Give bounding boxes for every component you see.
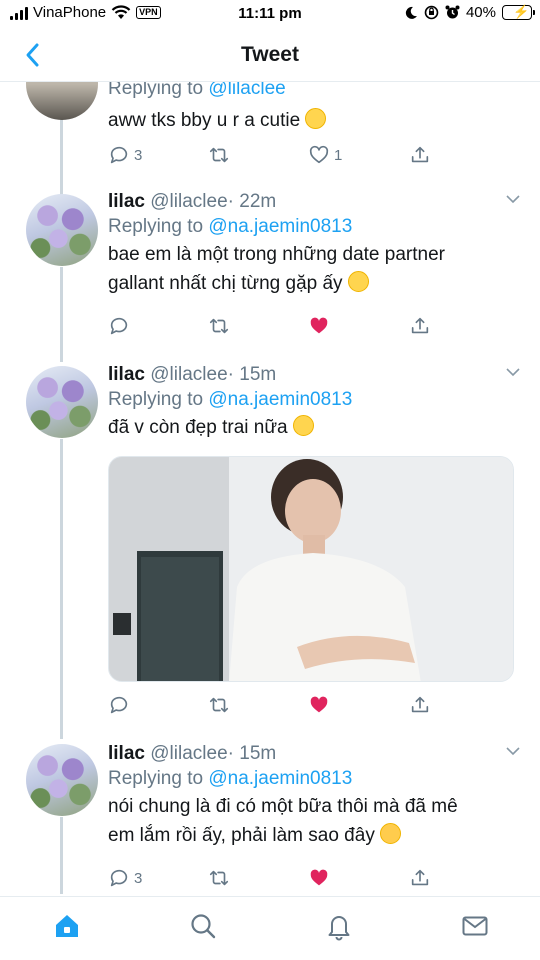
timestamp: · 15m bbox=[227, 743, 277, 764]
pleading-face-icon bbox=[292, 415, 314, 436]
tweet-actions: 3 1 bbox=[108, 143, 438, 167]
reply-count: 3 bbox=[134, 869, 143, 887]
share-button[interactable] bbox=[409, 693, 431, 717]
avatar[interactable] bbox=[26, 744, 98, 816]
retweet-button[interactable] bbox=[208, 693, 230, 717]
display-name[interactable]: lilac bbox=[108, 191, 145, 212]
tweet-header: lilac @lilaclee· 15m bbox=[108, 742, 520, 766]
retweet-button[interactable] bbox=[208, 143, 230, 167]
tweet-text: aww tks bby u r a cutie bbox=[108, 106, 520, 135]
reply-count: 3 bbox=[134, 146, 143, 164]
photo-image bbox=[109, 457, 513, 681]
tweet[interactable]: lilac @lilaclee· 22m Replying to @na.jae… bbox=[108, 190, 520, 298]
replying-to: Replying to @na.jaemin0813 bbox=[108, 216, 353, 237]
share-icon bbox=[411, 869, 429, 886]
retweet-icon bbox=[209, 318, 229, 334]
reply-icon bbox=[110, 869, 128, 887]
battery-percent: 40% bbox=[465, 4, 496, 21]
retweet-button[interactable] bbox=[208, 866, 230, 890]
smiling-face-with-hearts-icon bbox=[305, 108, 327, 129]
heart-outline-icon bbox=[309, 145, 329, 164]
avatar[interactable] bbox=[26, 82, 98, 120]
retweet-icon bbox=[209, 870, 229, 886]
battery-icon: ⚡ bbox=[502, 4, 535, 20]
home-icon[interactable] bbox=[52, 911, 82, 941]
retweet-icon bbox=[209, 697, 229, 713]
share-button[interactable] bbox=[409, 314, 431, 338]
replying-to: Replying to @na.jaemin0813 bbox=[108, 768, 353, 789]
heart-filled-icon bbox=[310, 317, 328, 334]
share-icon bbox=[411, 696, 429, 713]
like-count: 1 bbox=[334, 146, 343, 164]
mention-link[interactable]: @lilaclee bbox=[208, 82, 285, 99]
replying-to: Replying to @na.jaemin0813 bbox=[108, 389, 353, 410]
thread-line bbox=[60, 817, 63, 894]
thread-line bbox=[60, 439, 63, 739]
mention-link[interactable]: @na.jaemin0813 bbox=[208, 768, 352, 789]
tweet-header: lilac @lilaclee· 22m bbox=[108, 190, 520, 214]
timestamp: · 15m bbox=[227, 364, 277, 385]
reply-button[interactable]: 3 bbox=[108, 866, 142, 890]
chevron-down-icon[interactable] bbox=[506, 746, 520, 756]
share-icon bbox=[411, 146, 429, 163]
username: @lilaclee bbox=[150, 364, 228, 385]
page-title: Tweet bbox=[241, 43, 299, 66]
avatar[interactable] bbox=[26, 194, 98, 266]
share-button[interactable] bbox=[409, 143, 431, 167]
tweet-text: bae em là một trong những date partner g… bbox=[108, 244, 445, 294]
avatar[interactable] bbox=[26, 366, 98, 438]
tweet-text: đã v còn đẹp trai nữa bbox=[108, 413, 520, 442]
orientation-lock-icon bbox=[424, 5, 439, 20]
messages-icon[interactable] bbox=[460, 911, 490, 941]
username: @lilaclee bbox=[150, 743, 228, 764]
disappointed-face-icon bbox=[380, 823, 402, 844]
tweet-text: nói chung là đi có một bữa thôi mà đã mê… bbox=[108, 796, 458, 846]
retweet-button[interactable] bbox=[208, 314, 230, 338]
notifications-icon[interactable] bbox=[324, 911, 354, 941]
share-button[interactable] bbox=[409, 866, 431, 890]
chevron-down-icon[interactable] bbox=[506, 367, 520, 377]
tweet[interactable]: Replying to @lilaclee aww tks bby u r a … bbox=[108, 82, 520, 135]
tweet[interactable]: lilac @lilaclee· 15m Replying to @na.jae… bbox=[108, 742, 520, 850]
reply-button[interactable] bbox=[108, 314, 130, 338]
pleading-face-icon bbox=[347, 271, 369, 292]
reply-button[interactable] bbox=[108, 693, 130, 717]
display-name[interactable]: lilac bbox=[108, 743, 145, 764]
tab-bar bbox=[0, 896, 540, 960]
like-button[interactable] bbox=[308, 314, 330, 338]
search-icon[interactable] bbox=[188, 911, 218, 941]
tweet-actions bbox=[108, 314, 438, 338]
tweet-photo[interactable] bbox=[108, 456, 514, 682]
thread-line bbox=[60, 267, 63, 362]
tweet-actions: 3 bbox=[108, 866, 438, 890]
reply-icon bbox=[110, 696, 128, 714]
tweet-actions bbox=[108, 693, 438, 717]
mention-link[interactable]: @na.jaemin0813 bbox=[208, 216, 352, 237]
heart-filled-icon bbox=[310, 869, 328, 886]
reply-button[interactable]: 3 bbox=[108, 143, 142, 167]
replying-to: Replying to @lilaclee bbox=[108, 82, 520, 102]
reply-icon bbox=[110, 317, 128, 335]
mention-link[interactable]: @na.jaemin0813 bbox=[208, 389, 352, 410]
tweet-thread: Replying to @lilaclee aww tks bby u r a … bbox=[0, 82, 540, 894]
display-name[interactable]: lilac bbox=[108, 364, 145, 385]
like-button[interactable]: 1 bbox=[308, 143, 342, 167]
timestamp: · 22m bbox=[227, 191, 277, 212]
chevron-down-icon[interactable] bbox=[506, 194, 520, 204]
like-button[interactable] bbox=[308, 693, 330, 717]
tweet-header: lilac @lilaclee· 15m bbox=[108, 363, 520, 387]
status-bar: VinaPhone VPN 11:11 pm 40% ⚡ bbox=[0, 0, 540, 30]
tweet[interactable]: lilac @lilaclee· 15m Replying to @na.jae… bbox=[108, 363, 520, 442]
alarm-icon bbox=[445, 5, 460, 19]
reply-icon bbox=[110, 146, 128, 164]
retweet-icon bbox=[209, 147, 229, 163]
navigation-bar: Tweet bbox=[0, 32, 540, 82]
like-button[interactable] bbox=[308, 866, 330, 890]
share-icon bbox=[411, 317, 429, 334]
heart-filled-icon bbox=[310, 696, 328, 713]
username: @lilaclee bbox=[150, 191, 228, 212]
moon-icon bbox=[405, 6, 417, 19]
thread-line bbox=[60, 117, 63, 197]
